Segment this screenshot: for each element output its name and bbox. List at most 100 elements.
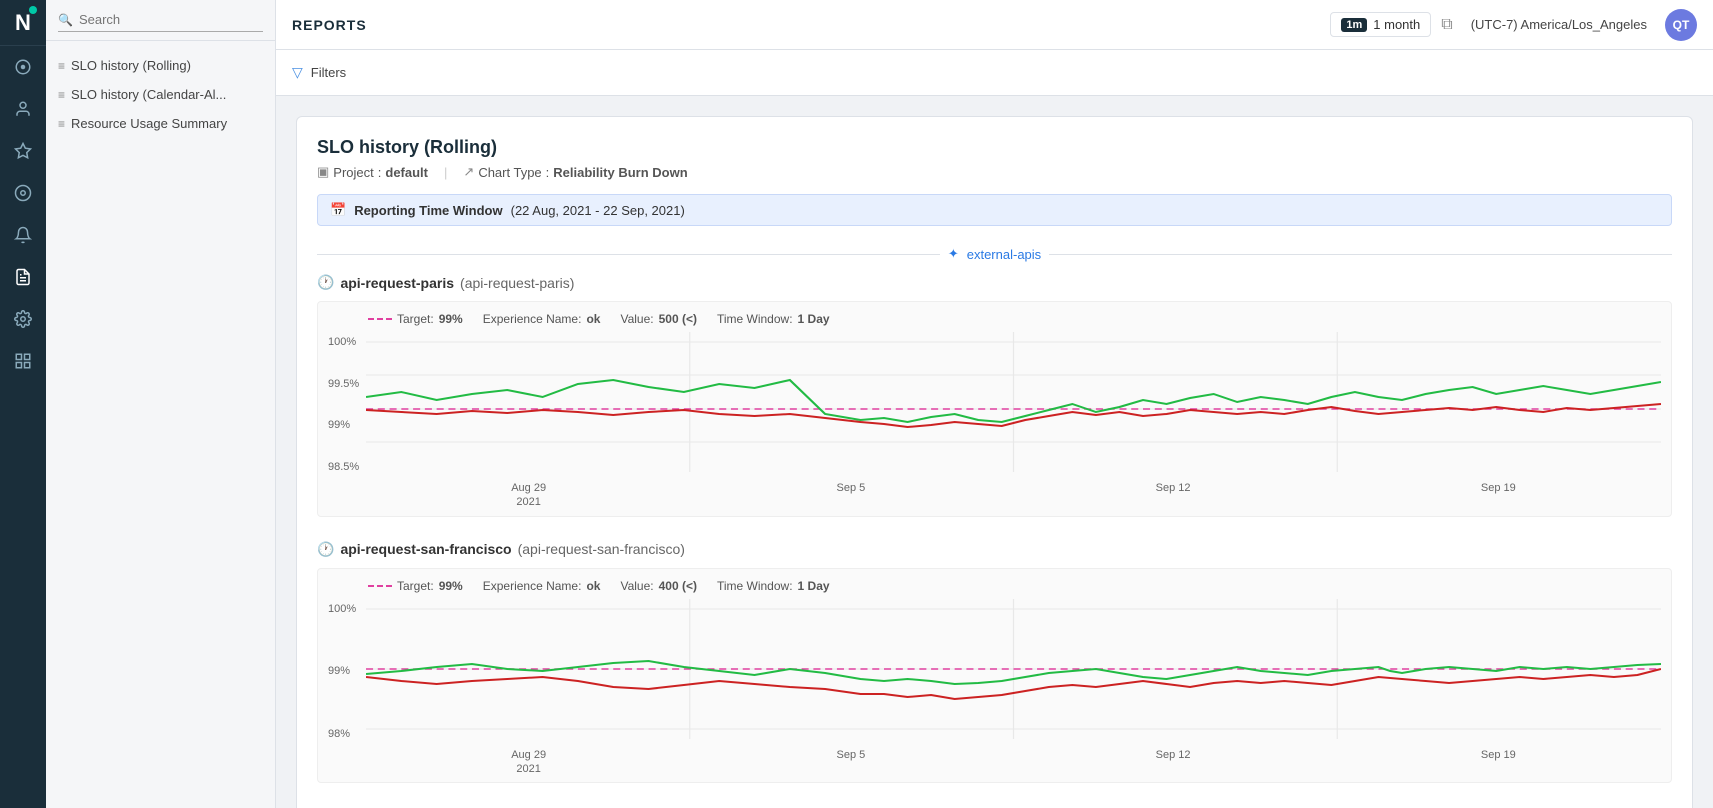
chart-svg-wrap-1: 100% 99.5% 99% 98.5% [328, 332, 1661, 477]
chart-legend-1: Target: 99% Experience Name: ok Value: 5… [328, 312, 1661, 326]
time-window-bar: 📅 Reporting Time Window (22 Aug, 2021 - … [317, 194, 1672, 226]
legend-val-value-2: 400 (<) [659, 579, 697, 593]
nav-admin-icon[interactable] [0, 340, 46, 382]
nav-overview-icon[interactable] [0, 46, 46, 88]
slo-section-1: 🕐 api-request-paris (api-request-paris) … [317, 274, 1672, 517]
legend-tw-label: Time Window: [717, 312, 793, 326]
timezone-display: (UTC-7) America/Los_Angeles [1463, 13, 1655, 36]
filter-label: Filters [311, 65, 346, 80]
slo-title-1: 🕐 api-request-paris (api-request-paris) [317, 274, 1672, 291]
doc-icon-2: ≡ [58, 88, 65, 102]
x-label-2-1: Aug 292021 [511, 748, 546, 777]
nav-users-icon[interactable] [0, 88, 46, 130]
chart-svg-2 [366, 599, 1661, 739]
project-label: Project [333, 165, 373, 180]
slo-id-1: (api-request-paris) [460, 275, 574, 291]
nav-slo-icon[interactable] [0, 172, 46, 214]
x-labels-1: Aug 292021 Sep 5 Sep 12 Sep 19 [328, 481, 1661, 510]
chart-type-label: Chart Type [478, 165, 541, 180]
legend-exp-value-2: ok [586, 579, 600, 593]
group-name: external-apis [967, 247, 1041, 262]
legend-target-value-2: 99% [439, 579, 463, 593]
reports-main: ▽ Filters SLO history (Rolling) ▣ Projec… [276, 50, 1713, 808]
legend-target-label: Target: [397, 312, 434, 326]
legend-exp-value-1: ok [586, 312, 600, 326]
chart-type-value: Reliability Burn Down [553, 165, 687, 180]
y-label-2-1: 100% [328, 603, 366, 615]
legend-exp-1: Experience Name: ok [483, 312, 601, 326]
project-value: default [385, 165, 428, 180]
slo-name-2: api-request-san-francisco [340, 541, 511, 557]
y-label-1-2: 99.5% [328, 378, 366, 390]
legend-val-label-2: Value: [620, 579, 653, 593]
y-label-2-3: 98% [328, 728, 366, 740]
chart-container-1: Target: 99% Experience Name: ok Value: 5… [317, 301, 1672, 517]
nav-settings-icon[interactable] [0, 298, 46, 340]
report-title: SLO history (Rolling) [317, 137, 1672, 158]
chart-svg-1 [366, 332, 1661, 472]
sidebar-item-label-2: SLO history (Calendar-Al... [71, 87, 226, 102]
doc-icon-1: ≡ [58, 59, 65, 73]
report-meta: ▣ Project : default | ↗ Chart Type : Rel… [317, 164, 1672, 180]
user-avatar[interactable]: QT [1665, 9, 1697, 41]
chart-type-colon: : [546, 165, 550, 180]
search-wrap[interactable]: 🔍 [58, 12, 263, 32]
sidebar-item-slo-rolling[interactable]: ≡ SLO history (Rolling) [46, 51, 275, 80]
search-input[interactable] [79, 12, 263, 27]
x-label-1-1: Aug 292021 [511, 481, 546, 510]
project-meta: ▣ Project : default [317, 164, 428, 180]
legend-dash-2 [368, 585, 392, 587]
x-label-1-2: Sep 5 [836, 481, 865, 510]
group-header: ✦ external-apis [317, 246, 1672, 262]
slo-clock-icon-2: 🕐 [317, 541, 334, 558]
copy-icon[interactable]: ⧉ [1441, 16, 1452, 34]
legend-tw-value-2: 1 Day [798, 579, 830, 593]
report-card: SLO history (Rolling) ▣ Project : defaul… [296, 116, 1693, 808]
sidebar-search-area: 🔍 [46, 0, 275, 41]
icon-navigation: N [0, 0, 46, 808]
slo-section-2: 🕐 api-request-san-francisco (api-request… [317, 541, 1672, 784]
legend-target-value-1: 99% [439, 312, 463, 326]
nav-alerts-icon[interactable] [0, 214, 46, 256]
legend-exp-label-2: Experience Name: [483, 579, 582, 593]
sidebar-item-slo-calendar[interactable]: ≡ SLO history (Calendar-Al... [46, 80, 275, 109]
time-range-button[interactable]: 1m 1 month [1330, 12, 1431, 37]
app-title: REPORTS [292, 17, 367, 33]
x-label-1-4: Sep 19 [1481, 481, 1516, 510]
chart-container-2: Target: 99% Experience Name: ok Value: 4… [317, 568, 1672, 784]
time-range-badge: 1m [1341, 18, 1367, 32]
time-window-value: (22 Aug, 2021 - 22 Sep, 2021) [511, 203, 685, 218]
logo-letter: N [15, 10, 31, 36]
x-label-2-3: Sep 12 [1156, 748, 1191, 777]
legend-target-1: Target: 99% [368, 312, 463, 326]
x-labels-2: Aug 292021 Sep 5 Sep 12 Sep 19 [328, 748, 1661, 777]
sidebar-item-resource-usage[interactable]: ≡ Resource Usage Summary [46, 109, 275, 138]
topbar: REPORTS 1m 1 month ⧉ (UTC-7) America/Los… [276, 0, 1713, 50]
filter-bar: ▽ Filters [276, 50, 1713, 96]
search-icon: 🔍 [58, 13, 73, 27]
scroll-content: SLO history (Rolling) ▣ Project : defaul… [276, 96, 1713, 808]
y-labels-2: 100% 99% 98% [328, 599, 366, 744]
logo-dot [29, 6, 37, 14]
nav-integrations-icon[interactable] [0, 130, 46, 172]
slo-clock-icon-1: 🕐 [317, 274, 334, 291]
legend-tw-2: Time Window: 1 Day [717, 579, 830, 593]
chart-svg-wrap-2: 100% 99% 98% [328, 599, 1661, 744]
slo-name-1: api-request-paris [340, 275, 454, 291]
x-label-2-4: Sep 19 [1481, 748, 1516, 777]
legend-exp-2: Experience Name: ok [483, 579, 601, 593]
y-labels-1: 100% 99.5% 99% 98.5% [328, 332, 366, 477]
doc-icon-3: ≡ [58, 117, 65, 131]
logo: N [0, 0, 46, 46]
legend-tw-label-2: Time Window: [717, 579, 793, 593]
legend-tw-1: Time Window: 1 Day [717, 312, 830, 326]
y-label-1-1: 100% [328, 336, 366, 348]
chart-icon: ↗ [463, 164, 474, 180]
main-area: REPORTS 1m 1 month ⧉ (UTC-7) America/Los… [276, 0, 1713, 808]
nav-reports-icon[interactable] [0, 256, 46, 298]
sidebar-item-list: ≡ SLO history (Rolling) ≡ SLO history (C… [46, 41, 275, 148]
sidebar-item-label-1: SLO history (Rolling) [71, 58, 191, 73]
group-star-icon: ✦ [948, 246, 959, 262]
topbar-right: 1m 1 month ⧉ (UTC-7) America/Los_Angeles… [1330, 9, 1697, 41]
sidebar-item-label-3: Resource Usage Summary [71, 116, 227, 131]
